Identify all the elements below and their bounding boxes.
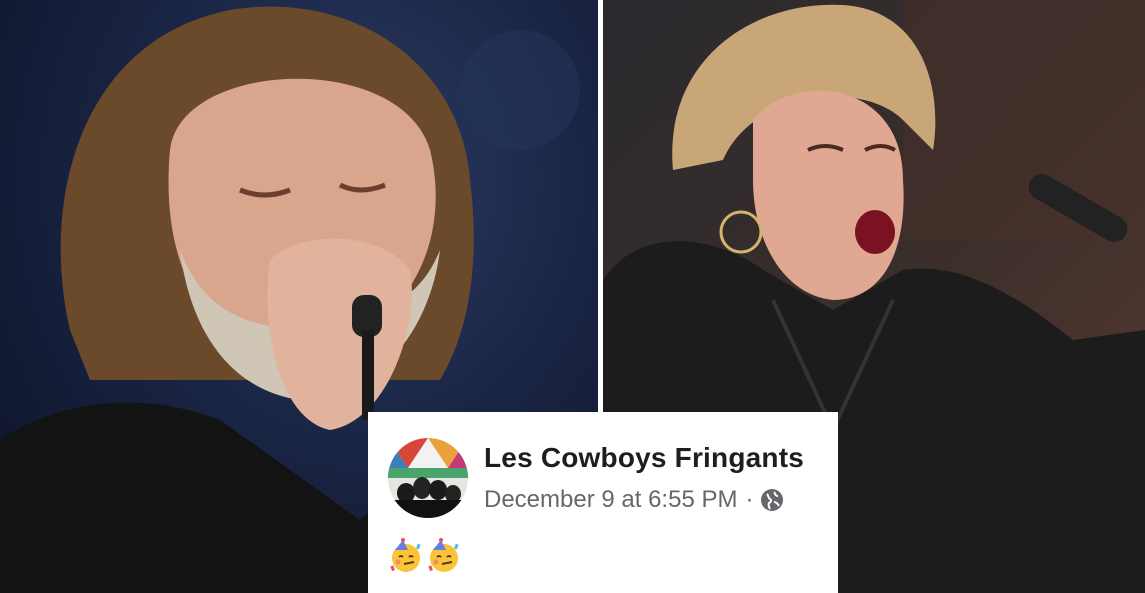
page-avatar[interactable] (388, 438, 468, 518)
globe-icon[interactable] (760, 488, 784, 512)
meta-separator: · (745, 486, 754, 513)
partying-face-emoji (426, 538, 462, 574)
page-name[interactable]: Les Cowboys Fringants (484, 442, 804, 474)
post-meta: December 9 at 6:55 PM · (484, 486, 784, 514)
post-timestamp[interactable]: December 9 at 6:55 PM (484, 486, 737, 514)
band-avatar-image (388, 438, 468, 518)
post-content (388, 538, 462, 574)
post-card: Les Cowboys Fringants December 9 at 6:55… (368, 412, 838, 593)
partying-face-emoji (388, 538, 424, 574)
